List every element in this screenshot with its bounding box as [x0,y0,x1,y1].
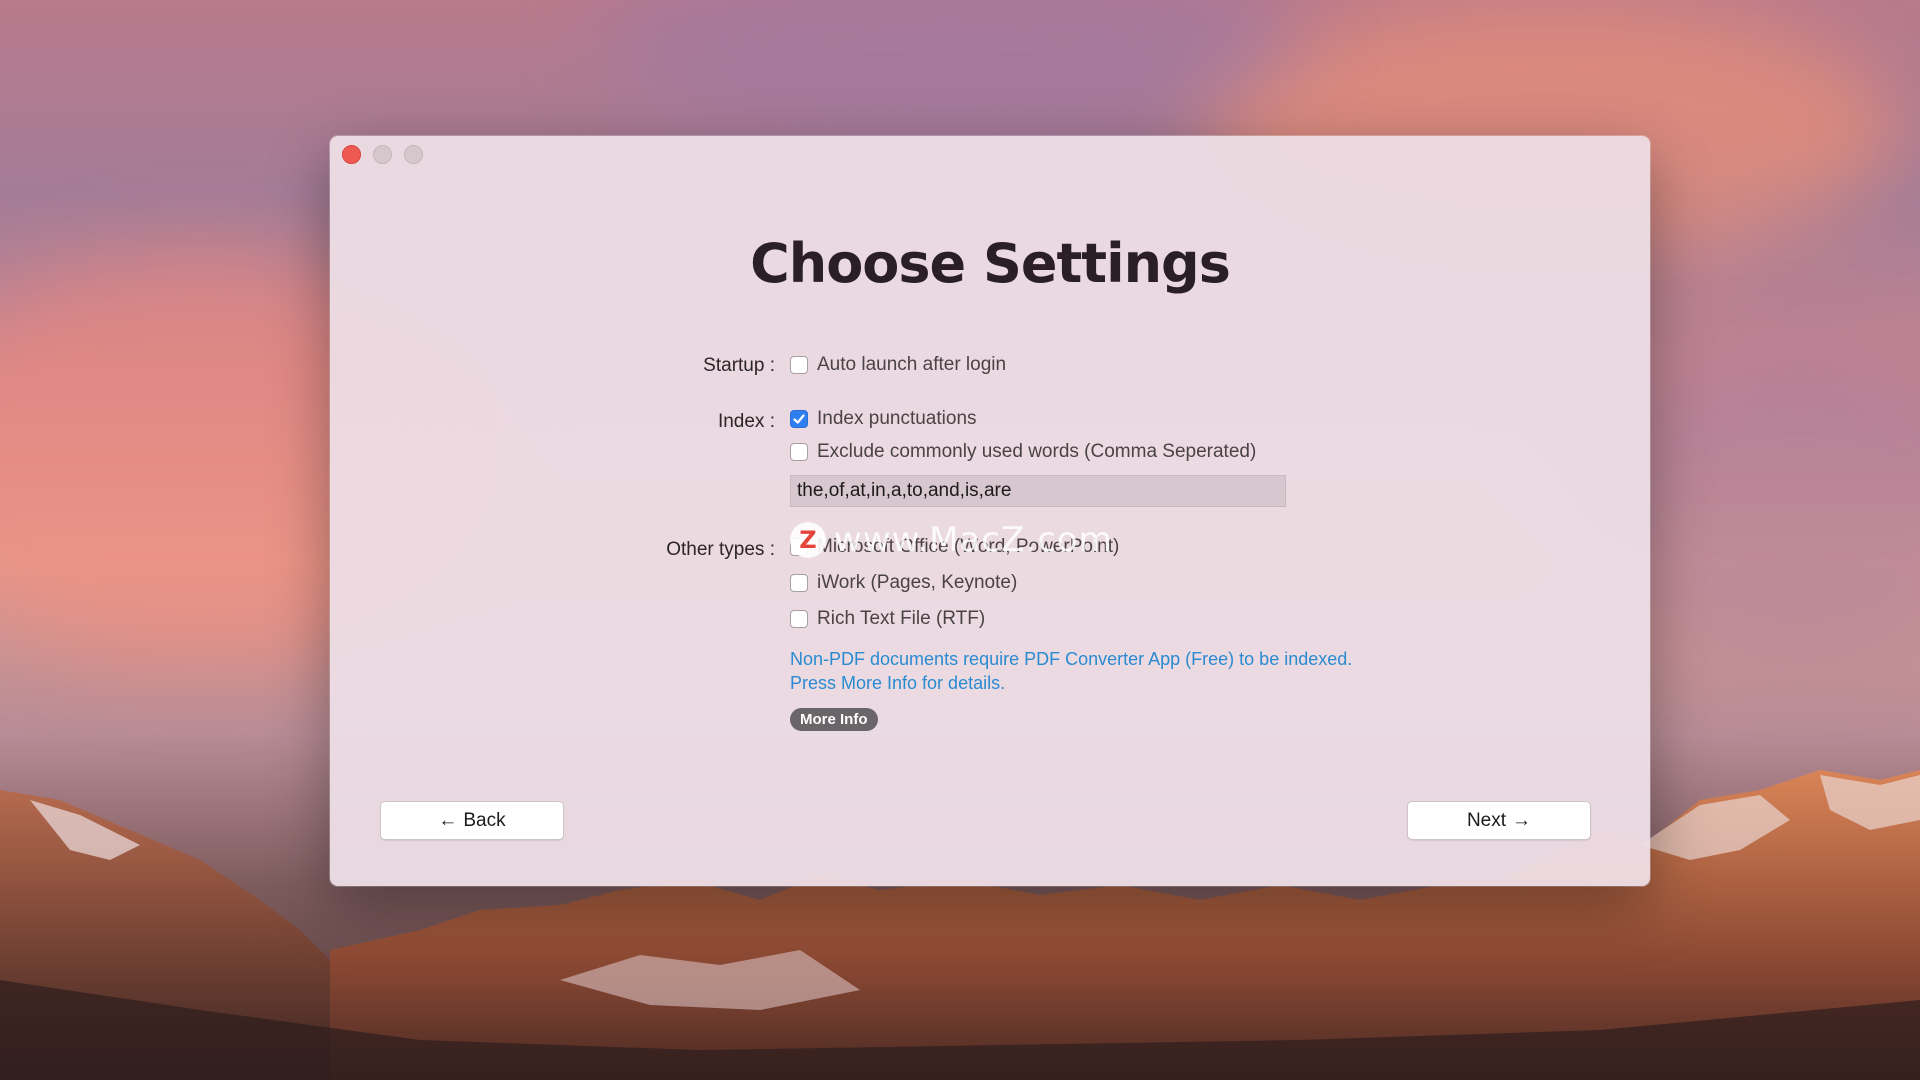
excluded-words-input[interactable] [790,475,1286,507]
iwork-option[interactable]: iWork (Pages, Keynote) [790,572,1017,594]
next-button[interactable]: Next → [1407,801,1591,840]
rtf-option[interactable]: Rich Text File (RTF) [790,608,985,630]
exclude-words-label: Exclude commonly used words (Comma Seper… [817,441,1257,462]
microsoft-office-checkbox[interactable] [790,538,808,556]
converter-info-line: Non-PDF documents require PDF Converter … [790,649,1353,669]
iwork-checkbox[interactable] [790,574,808,592]
arrow-right-icon: → [1512,809,1532,831]
next-button-label: Next [1466,809,1507,831]
window-controls [342,145,423,164]
auto-launch-option[interactable]: Auto launch after login [790,354,1006,376]
exclude-words-checkbox[interactable] [790,443,808,461]
back-button-label: Back [463,809,506,831]
iwork-label: iWork (Pages, Keynote) [817,572,1018,593]
other-types-label: Other types : [666,539,775,560]
more-info-button[interactable]: More Info [790,708,878,731]
back-button[interactable]: ← Back [380,801,564,840]
startup-label: Startup : [703,355,775,376]
converter-info-text: Non-PDF documents require PDF Converter … [790,647,1352,695]
minimize-window-button[interactable] [373,145,392,164]
auto-launch-label: Auto launch after login [817,354,1007,375]
microsoft-office-label: Microsoft Office (Word, PowerPoint) [817,536,1120,557]
index-label: Index : [717,411,775,432]
index-punctuations-label: Index punctuations [817,408,977,429]
index-punctuations-checkbox[interactable] [790,410,808,428]
desktop-background: Choose Settings Startup : Auto launch af… [0,0,1920,1080]
rtf-checkbox[interactable] [790,610,808,628]
exclude-words-option[interactable]: Exclude commonly used words (Comma Seper… [790,441,1256,463]
microsoft-office-option[interactable]: Microsoft Office (Word, PowerPoint) [790,536,1119,558]
index-punctuations-option[interactable]: Index punctuations [790,408,977,430]
close-window-button[interactable] [342,145,361,164]
rtf-label: Rich Text File (RTF) [817,608,986,629]
converter-info-line: Press More Info for details. [790,673,1006,693]
page-title: Choose Settings [750,232,1231,295]
arrow-left-icon: ← [438,809,458,831]
zoom-window-button[interactable] [404,145,423,164]
checkmark-icon [793,414,805,424]
settings-window: Choose Settings Startup : Auto launch af… [330,136,1650,886]
auto-launch-checkbox[interactable] [790,356,808,374]
